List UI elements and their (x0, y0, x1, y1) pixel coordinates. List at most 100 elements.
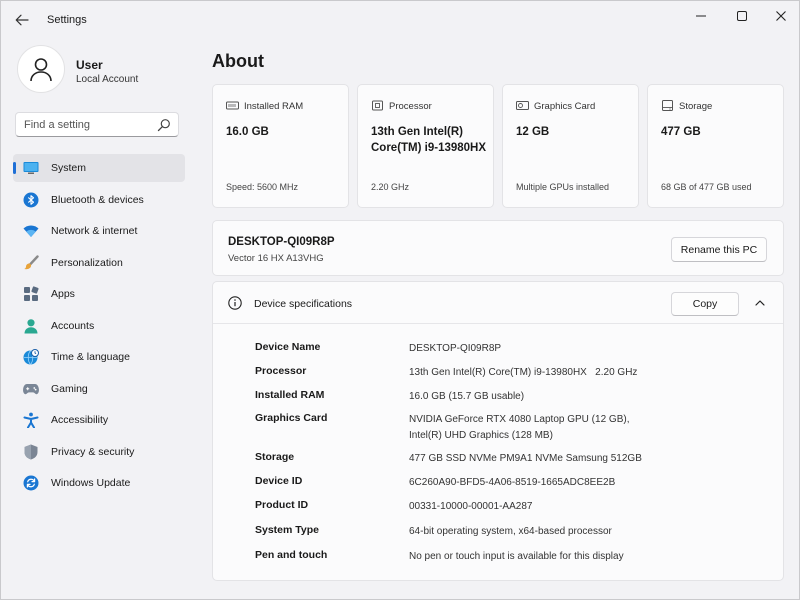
sidebar-item-label: Accounts (51, 319, 95, 332)
sidebar-item-label: Bluetooth & devices (51, 193, 144, 206)
user-name: User (76, 58, 103, 72)
sidebar-item-label: Windows Update (51, 477, 131, 489)
back-button[interactable] (11, 9, 33, 31)
settings-window: Settings User Local Account System (0, 0, 800, 600)
card-value: 477 GB (661, 126, 701, 138)
card-label: Installed RAM (244, 101, 304, 112)
search-box[interactable] (15, 112, 179, 137)
shield-icon (23, 444, 39, 460)
apps-icon (23, 286, 39, 302)
maximize-button[interactable] (725, 5, 759, 27)
spec-value: DESKTOP-QI09R8P (409, 343, 502, 354)
brush-icon (23, 254, 39, 271)
pc-name: DESKTOP-QI09R8P (228, 236, 335, 248)
maximize-icon (737, 11, 747, 21)
page-title: About (212, 51, 264, 71)
window-title: Settings (47, 14, 87, 26)
card-footer: 2.20 GHz (371, 182, 410, 192)
monitor-icon (23, 160, 39, 176)
minimize-button[interactable] (684, 5, 718, 27)
card-value: 16.0 GB (226, 126, 269, 138)
bluetooth-icon (23, 192, 39, 208)
spec-key: Device ID (255, 475, 303, 487)
storage-icon (662, 100, 673, 111)
sidebar-item-label: Time & language (51, 351, 130, 363)
pc-model: Vector 16 HX A13VHG (228, 253, 324, 264)
person-icon (23, 318, 39, 334)
card-label: Processor (389, 101, 432, 112)
search-input[interactable] (24, 117, 152, 133)
spec-key: Product ID (255, 499, 309, 511)
device-specifications-header[interactable]: Device specifications Copy (213, 282, 783, 324)
graphics-card-card: Graphics Card 12 GB Multiple GPUs instal… (502, 84, 639, 208)
minimize-icon (696, 15, 706, 17)
spec-key: Installed RAM (255, 389, 325, 401)
card-label: Storage (679, 101, 713, 112)
cpu-icon (372, 100, 383, 111)
rename-pc-button[interactable]: Rename this PC (671, 237, 767, 262)
spec-value: NVIDIA GeForce RTX 4080 Laptop GPU (12 G… (409, 414, 630, 441)
spec-key: Graphics Card (255, 412, 328, 424)
card-value: 13th Gen Intel(R) Core(TM) i9-13980HX (371, 126, 487, 154)
spec-value: 16.0 GB (15.7 GB usable) (409, 391, 525, 402)
spec-value: 13th Gen Intel(R) Core(TM) i9-13980HX 2.… (409, 367, 638, 378)
update-icon (23, 475, 39, 491)
spec-key: Storage (255, 451, 295, 463)
sidebar-item-system[interactable]: System (13, 154, 185, 182)
sidebar-item-label: Personalization (51, 256, 123, 269)
spec-value: 477 GB SSD NVMe PM9A1 NVMe Samsung 512GB (409, 453, 642, 464)
spec-key: Pen and touch (255, 549, 328, 561)
close-icon (776, 11, 786, 21)
sidebar-item-accounts[interactable]: Accounts (13, 312, 185, 340)
pc-name-panel: DESKTOP-QI09R8P Vector 16 HX A13VHG Rena… (212, 220, 784, 276)
card-value: 12 GB (516, 126, 550, 138)
sidebar-nav: System Bluetooth & devices Network & int… (13, 154, 185, 501)
sidebar-item-apps[interactable]: Apps (13, 280, 185, 308)
sidebar-item-accessibility[interactable]: Accessibility (13, 406, 185, 434)
user-profile[interactable]: User Local Account (15, 45, 195, 97)
device-specifications-panel: Device specifications Copy Device Name D… (212, 281, 784, 581)
sidebar-item-label: Accessibility (51, 414, 109, 426)
installed-ram-card: Installed RAM 16.0 GB Speed: 5600 MHz (212, 84, 349, 208)
card-footer: Multiple GPUs installed (516, 182, 610, 192)
processor-card: Processor 13th Gen Intel(R) Core(TM) i9-… (357, 84, 494, 208)
chevron-up-icon[interactable] (754, 298, 766, 308)
gpu-icon (516, 101, 529, 110)
sidebar-item-privacy-security[interactable]: Privacy & security (13, 438, 185, 466)
avatar (17, 45, 65, 93)
sidebar-item-bluetooth[interactable]: Bluetooth & devices (13, 186, 185, 214)
close-button[interactable] (764, 5, 798, 27)
ram-icon (226, 101, 239, 110)
sidebar-item-network[interactable]: Network & internet (13, 217, 185, 245)
card-footer: Speed: 5600 MHz (226, 182, 299, 192)
spec-key: Processor (255, 365, 307, 377)
sidebar-item-label: Privacy & security (51, 445, 135, 458)
arrow-left-icon (15, 14, 29, 26)
sidebar-item-time-language[interactable]: Time & language (13, 343, 185, 371)
sidebar-item-windows-update[interactable]: Windows Update (13, 469, 185, 497)
person-icon (30, 58, 52, 82)
spec-value: 00331-10000-00001-AA287 (409, 501, 533, 512)
gamepad-icon (23, 381, 39, 397)
spec-key: Device Name (255, 341, 321, 353)
sidebar-item-label: System (51, 162, 87, 174)
storage-card: Storage 477 GB 68 GB of 477 GB used (647, 84, 784, 208)
title-bar: Settings (1, 1, 800, 37)
accessibility-icon (23, 412, 39, 428)
search-icon (157, 119, 170, 132)
spec-value: 6C260A90-BFD5-4A06-8519-1665ADC8EE2B (409, 477, 616, 488)
card-label: Graphics Card (534, 101, 596, 112)
spec-key: System Type (255, 524, 319, 536)
info-icon (228, 296, 242, 310)
copy-button[interactable]: Copy (671, 292, 739, 316)
sidebar-item-label: Gaming (51, 382, 88, 395)
wifi-icon (23, 223, 39, 239)
account-type: Local Account (76, 74, 139, 85)
sidebar-item-label: Apps (51, 288, 75, 300)
section-title: Device specifications (254, 298, 353, 310)
sidebar-item-gaming[interactable]: Gaming (13, 375, 185, 403)
summary-cards: Installed RAM 16.0 GB Speed: 5600 MHz Pr… (212, 84, 784, 208)
globe-clock-icon (23, 349, 39, 365)
card-footer: 68 GB of 477 GB used (661, 182, 752, 192)
sidebar-item-personalization[interactable]: Personalization (13, 249, 185, 277)
